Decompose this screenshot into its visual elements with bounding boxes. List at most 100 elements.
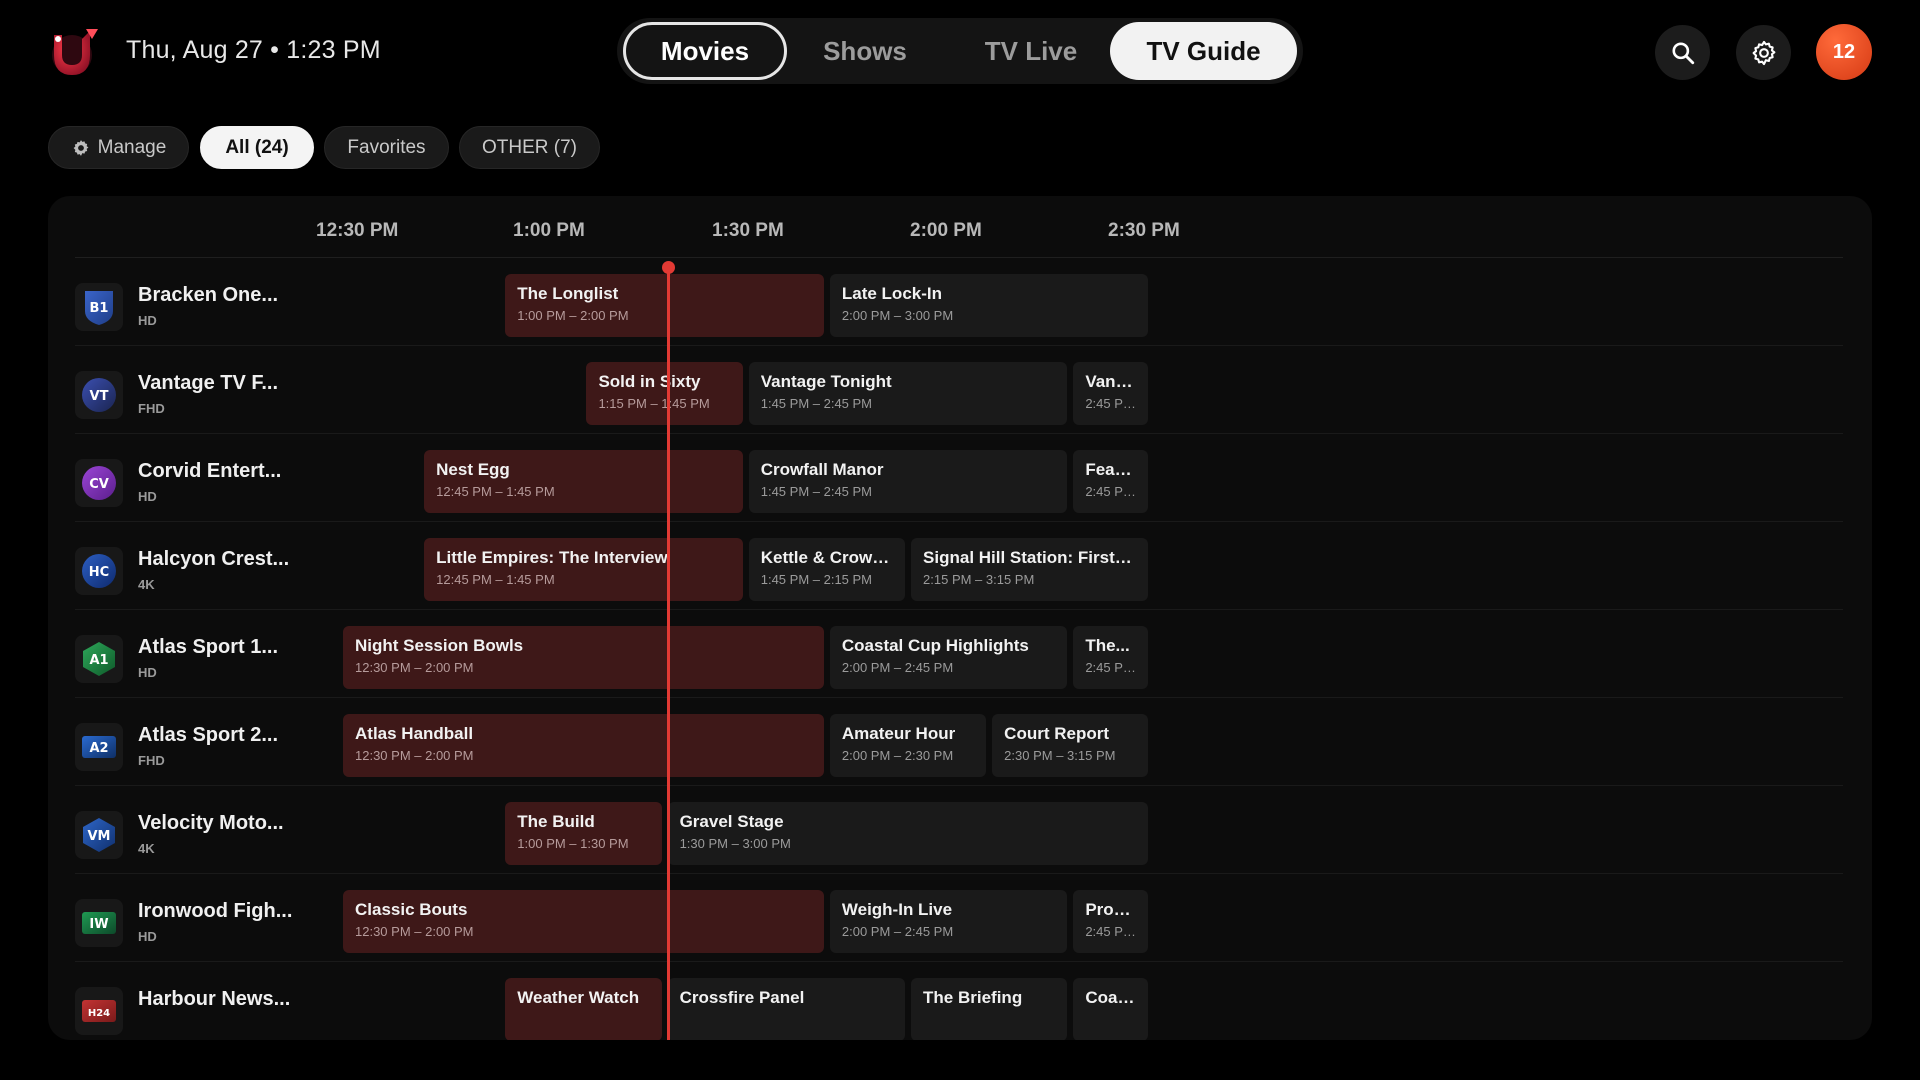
search-icon xyxy=(1671,41,1694,64)
program-block[interactable]: Classic Bouts 12:30 PM – 2:00 PM xyxy=(343,890,824,953)
time-slot-label: 12:30 PM xyxy=(316,220,399,241)
program-time: 2:30 PM – 3:15 PM xyxy=(1004,748,1116,763)
svg-text:HC: HC xyxy=(89,565,109,580)
program-block[interactable]: Weather Watch xyxy=(505,978,662,1040)
svg-text:IW: IW xyxy=(89,917,108,932)
channel-name: Velocity Moto... xyxy=(138,812,284,834)
channel-logo[interactable]: VM xyxy=(75,811,123,859)
program-block[interactable]: The Build 1:00 PM – 1:30 PM xyxy=(505,802,662,865)
program-time: 1:45 PM – 2:15 PM xyxy=(760,572,873,587)
channel-logo[interactable]: A1 xyxy=(75,635,123,683)
program-block[interactable]: Weigh-In Live 2:00 PM – 2:45 PM xyxy=(829,890,1068,953)
channel-name: Bracken One... xyxy=(138,284,279,306)
channel-row: VT Vantage TV F... FHD Sold in Sixty 1:15 PM… xyxy=(75,346,1843,434)
program-block[interactable]: The... 2:45 PM... xyxy=(1073,626,1149,689)
program-time: 1:30 PM – 3:00 PM xyxy=(679,836,791,851)
brand-logo[interactable] xyxy=(46,25,102,79)
program-block[interactable]: Little Empires: The Interview 12:45 PM – … xyxy=(424,538,743,601)
program-block[interactable]: Feath... 2:45 PM... xyxy=(1073,450,1149,513)
program-time: 1:45 PM – 2:45 PM xyxy=(760,396,873,411)
program-block[interactable]: Coastal Cup Highlights 2:00 PM – 2:45 PM xyxy=(829,626,1068,689)
program-title: Court Report xyxy=(1004,724,1109,743)
svg-text:A2: A2 xyxy=(89,741,108,756)
program-block[interactable]: The Briefing xyxy=(911,978,1068,1040)
channel-quality: FHD xyxy=(138,401,165,416)
channel-name: Atlas Sport 1... xyxy=(138,636,279,658)
program-block[interactable]: Vanta... 2:45 PM... xyxy=(1073,362,1149,425)
channel-logo[interactable]: A2 xyxy=(75,723,123,771)
program-time: 2:15 PM – 3:15 PM xyxy=(923,572,1035,587)
program-title: Prosp... xyxy=(1085,900,1136,919)
current-time-marker xyxy=(662,261,675,274)
channel-row: H24 Harbour News... Weather Watch Crossfire… xyxy=(75,962,1843,1040)
program-time: 1:45 PM – 2:45 PM xyxy=(760,484,873,499)
program-title: Crossfire Panel xyxy=(679,988,805,1007)
tv-guide-grid: 12:30 PM 1:00 PM 1:30 PM 2:00 PM 2:30 PM… xyxy=(48,196,1872,1040)
program-time: 2:00 PM – 2:45 PM xyxy=(841,924,954,939)
program-title: Vantage Tonight xyxy=(760,372,892,391)
program-time: 2:45 PM... xyxy=(1085,660,1136,675)
channel-name: Ironwood Figh... xyxy=(138,900,293,922)
program-title: The Build xyxy=(517,812,595,831)
program-time: 2:45 PM... xyxy=(1085,396,1136,411)
svg-text:A1: A1 xyxy=(89,653,108,668)
tab-tv-guide[interactable]: TV Guide xyxy=(1110,22,1297,80)
filter-favorites-chip[interactable]: Favorites xyxy=(324,126,449,169)
program-title: Late Lock-In xyxy=(841,284,942,303)
channel-logo[interactable]: CV xyxy=(75,459,123,507)
program-title: Weather Watch xyxy=(517,988,640,1007)
program-block[interactable]: Coast... xyxy=(1073,978,1149,1040)
program-block[interactable]: Late Lock-In 2:00 PM – 3:00 PM xyxy=(829,274,1149,337)
channel-logo[interactable]: VT xyxy=(75,371,123,419)
program-block[interactable]: Prosp... 2:45 PM... xyxy=(1073,890,1149,953)
program-block[interactable]: Night Session Bowls 12:30 PM – 2:00 PM xyxy=(343,626,824,689)
channel-logo[interactable]: B1 xyxy=(75,283,123,331)
channel-logo[interactable]: IW xyxy=(75,899,123,947)
channel-logo[interactable]: H24 xyxy=(75,987,123,1035)
program-time: 2:00 PM – 2:45 PM xyxy=(841,660,954,675)
channel-name: Corvid Entert... xyxy=(138,460,282,482)
channel-row: VM Velocity Moto... 4K The Build 1:00 PM – 1… xyxy=(75,786,1843,874)
program-block[interactable]: Vantage Tonight 1:45 PM – 2:45 PM xyxy=(748,362,1068,425)
program-block[interactable]: Amateur Hour 2:00 PM – 2:30 PM xyxy=(829,714,987,777)
program-block[interactable]: Signal Hill Station: First Light 2:15 PM … xyxy=(911,538,1149,601)
program-time: 1:00 PM – 1:30 PM xyxy=(517,836,629,851)
program-title: The Longlist xyxy=(517,284,619,303)
search-button[interactable] xyxy=(1655,25,1710,80)
time-slot-label: 2:00 PM xyxy=(910,220,982,241)
program-title: Coast... xyxy=(1085,988,1137,1007)
tab-shows[interactable]: Shows xyxy=(789,22,941,80)
filter-other-chip[interactable]: OTHER (7) xyxy=(459,126,600,169)
channel-logo[interactable]: HC xyxy=(75,547,123,595)
program-title: Crowfall Manor xyxy=(760,460,884,479)
channel-quality: 4K xyxy=(138,841,155,856)
svg-text:VM: VM xyxy=(88,829,111,844)
program-block[interactable]: Court Report 2:30 PM – 3:15 PM xyxy=(992,714,1149,777)
channel-row: A1 Atlas Sport 1... HD Night Session Bowls 1… xyxy=(75,610,1843,698)
channel-quality: HD xyxy=(138,313,157,328)
settings-button[interactable] xyxy=(1736,25,1791,80)
program-title: Weigh-In Live xyxy=(841,900,953,919)
program-block[interactable]: Nest Egg 12:45 PM – 1:45 PM xyxy=(424,450,743,513)
program-block[interactable]: Gravel Stage 1:30 PM – 3:00 PM xyxy=(667,802,1149,865)
program-title: The Briefing xyxy=(923,988,1023,1007)
channel-row: A2 Atlas Sport 2... FHD Atlas Handball 12:30… xyxy=(75,698,1843,786)
program-title: Atlas Handball xyxy=(355,724,474,743)
tab-movies[interactable]: Movies xyxy=(623,22,787,80)
program-block[interactable]: Sold in Sixty 1:15 PM – 1:45 PM xyxy=(586,362,743,425)
manage-chip[interactable]: Manage xyxy=(48,126,189,169)
profile-avatar[interactable]: 12 xyxy=(1816,24,1872,80)
filter-all-chip[interactable]: All (24) xyxy=(200,126,314,169)
program-title: Signal Hill Station: First Light xyxy=(923,548,1136,567)
channel-quality: FHD xyxy=(138,753,165,768)
program-block[interactable]: Atlas Handball 12:30 PM – 2:00 PM xyxy=(343,714,824,777)
svg-text:B1: B1 xyxy=(90,301,109,316)
program-block[interactable]: The Longlist 1:00 PM – 2:00 PM xyxy=(505,274,824,337)
program-block[interactable]: Crossfire Panel xyxy=(667,978,906,1040)
program-block[interactable]: Crowfall Manor 1:45 PM – 2:45 PM xyxy=(748,450,1068,513)
svg-text:H24: H24 xyxy=(88,1008,110,1019)
program-block[interactable]: Kettle & Crow: Te... 1:45 PM – 2:15 PM xyxy=(748,538,906,601)
program-time: 12:30 PM – 2:00 PM xyxy=(355,924,474,939)
program-title: Night Session Bowls xyxy=(355,636,524,655)
tab-tv-live[interactable]: TV Live xyxy=(947,22,1115,80)
